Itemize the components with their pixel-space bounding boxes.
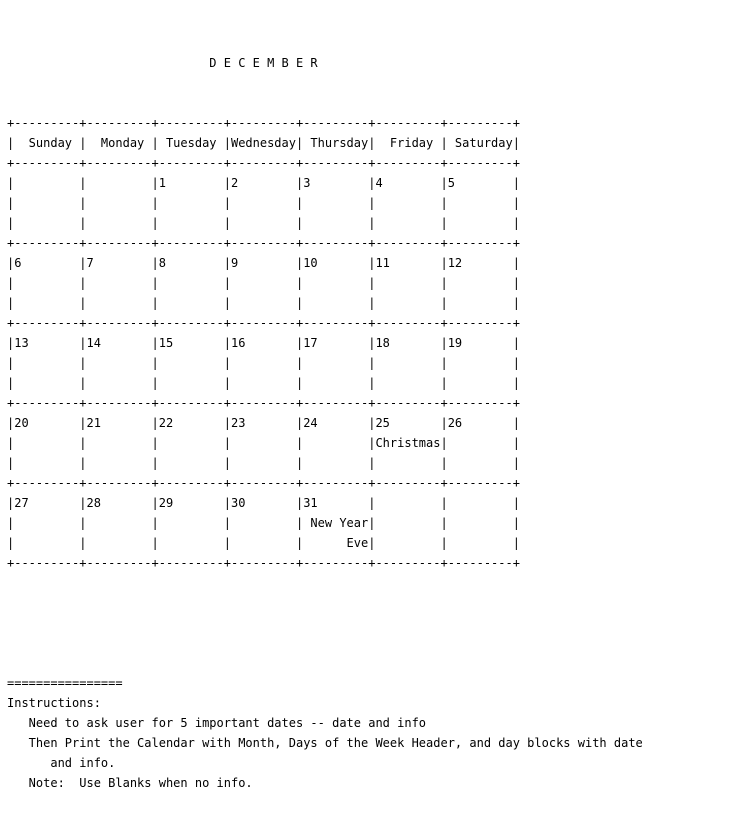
month-title: D E C E M B E R: [7, 56, 318, 70]
blank-spacer-line: [7, 613, 643, 633]
instructions-text: ================ Instructions: Need to a…: [7, 676, 643, 790]
console-output: D E C E M B E R +---------+---------+---…: [7, 13, 643, 813]
ascii-calendar: +---------+---------+---------+---------…: [7, 116, 520, 570]
